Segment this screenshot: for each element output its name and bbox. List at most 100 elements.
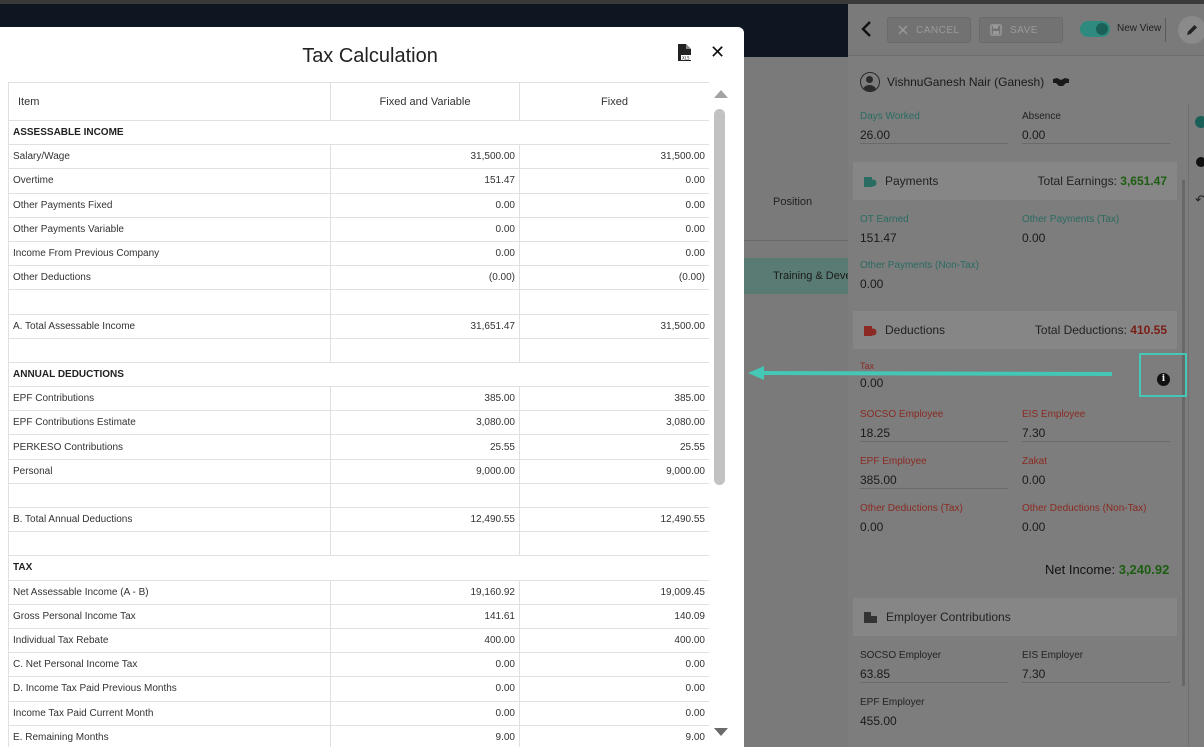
- total-earnings-label: Total Earnings:: [1037, 174, 1117, 188]
- table-row: Net Assessable Income (A - B) 19,160.92 19…: [8, 579, 709, 605]
- panel-divider: [1188, 104, 1189, 747]
- other-deductions-tax-value: 0.00: [860, 520, 884, 534]
- section-row: ASSESSABLE INCOME: [8, 119, 709, 146]
- ot-earned-value: 151.47: [860, 231, 897, 245]
- zakat-value: 0.00: [1022, 473, 1046, 487]
- row-item-label: [8, 289, 331, 315]
- export-xls-icon[interactable]: XLS: [677, 43, 692, 62]
- row-fixed-and-variable-value: 25.55: [330, 434, 520, 460]
- deductions-section-header[interactable]: Deductions Total Deductions: 410.55: [853, 311, 1177, 349]
- edit-button[interactable]: [1178, 16, 1204, 44]
- other-payments-nontax-label: Other Payments (Non-Tax): [860, 260, 979, 271]
- background-divider: [744, 240, 848, 241]
- row-fixed-value: 9,000.00: [519, 458, 709, 484]
- payments-section-header[interactable]: Payments Total Earnings: 3,651.47: [853, 162, 1177, 200]
- net-income-label: Net Income:: [1045, 562, 1116, 577]
- save-label: SAVE: [1010, 24, 1038, 36]
- scroll-up-arrow-icon[interactable]: [714, 90, 728, 98]
- row-fixed-and-variable-value: 3,080.00: [330, 410, 520, 436]
- table-row: [8, 482, 709, 509]
- row-item-label: EPF Contributions: [8, 386, 331, 412]
- deductions-icon: [864, 326, 877, 336]
- row-fixed-value: 385.00: [519, 386, 709, 412]
- close-button[interactable]: ✕: [710, 43, 725, 61]
- table-row: PERKESO Contributions 25.55 25.55: [8, 434, 709, 460]
- building-icon: [864, 612, 877, 623]
- row-fixed-value: 31,500.00: [519, 144, 709, 170]
- row-fixed-value: 0.00: [519, 168, 709, 194]
- save-button[interactable]: SAVE: [979, 17, 1063, 43]
- back-arrow-icon[interactable]: [858, 19, 876, 39]
- table-row: D. Income Tax Paid Previous Months 0.00 0.…: [8, 676, 709, 702]
- row-fixed-and-variable-value: [330, 289, 520, 315]
- other-deductions-tax-field: Other Deductions (Tax) 0.00: [860, 503, 1008, 536]
- absence-label: Absence: [1022, 111, 1061, 122]
- scroll-down-arrow-icon[interactable]: [714, 728, 728, 736]
- row-fixed-value: [519, 289, 709, 315]
- row-fixed-and-variable-value: 385.00: [330, 386, 520, 412]
- background-column-position: Position: [773, 196, 813, 208]
- cancel-button[interactable]: CANCEL: [887, 17, 971, 43]
- annotation-arrow: [748, 366, 1113, 380]
- epf-employee-value: 385.00: [860, 469, 1008, 489]
- row-fixed-value: 12,490.55: [519, 506, 709, 533]
- absence-field: Absence 0.00: [1022, 111, 1170, 144]
- table-row: [8, 289, 709, 315]
- background-row-training[interactable]: Training & Deve: [744, 258, 848, 294]
- edge-undo-icon[interactable]: ↶: [1195, 192, 1204, 208]
- row-fixed-and-variable-value: 0.00: [330, 216, 520, 242]
- tax-calculation-modal: Tax Calculation XLS ✕ Item Fixed and Var…: [0, 27, 744, 747]
- socso-employee-value: 18.25: [860, 422, 1008, 442]
- eis-employee-value: 7.30: [1022, 422, 1170, 442]
- days-worked-value: 26.00: [860, 124, 1008, 144]
- row-fixed-and-variable-value: 19,160.92: [330, 579, 520, 605]
- table-header-row: Item Fixed and Variable Fixed: [8, 82, 709, 121]
- row-fixed-and-variable-value: 9,000.00: [330, 458, 520, 484]
- new-view-toggle[interactable]: [1080, 21, 1110, 37]
- employee-header: VishnuGanesh Nair (Ganesh): [860, 71, 1070, 93]
- table-row: C. Net Personal Income Tax 0.00 0.00: [8, 652, 709, 678]
- edge-add-icon[interactable]: [1196, 157, 1204, 167]
- table-row: Income Tax Paid Current Month 0.00 0.00: [8, 700, 709, 726]
- total-deductions: Total Deductions: 410.55: [1035, 323, 1167, 337]
- row-item-label: EPF Contributions Estimate: [8, 410, 331, 436]
- info-icon[interactable]: i: [1157, 373, 1170, 386]
- row-fixed-value: 0.00: [519, 700, 709, 726]
- total-deductions-label: Total Deductions:: [1034, 323, 1127, 337]
- row-fixed-value: 31,500.00: [519, 313, 709, 339]
- row-item-label: Net Assessable Income (A - B): [8, 579, 331, 605]
- table-scrollbar[interactable]: [711, 87, 728, 743]
- section-label: ASSESSABLE INCOME: [8, 119, 709, 146]
- other-payments-tax-value: 0.00: [1022, 231, 1046, 245]
- row-fixed-value: [519, 337, 709, 363]
- deductions-title: Deductions: [885, 323, 946, 337]
- other-payments-nontax-field: Other Payments (Non-Tax) 0.00: [860, 260, 1008, 293]
- handshake-icon: [1053, 78, 1070, 86]
- tax-table: Item Fixed and Variable Fixed ASSESSABLE…: [8, 82, 709, 747]
- employer-contributions-header[interactable]: Employer Contributions: [853, 598, 1177, 636]
- user-avatar-icon: [860, 72, 880, 92]
- table-row: Individual Tax Rebate 400.00 400.00: [8, 627, 709, 654]
- row-fixed-value: 0.00: [519, 676, 709, 702]
- row-fixed-and-variable-value: 0.00: [330, 240, 520, 267]
- table-row: E. Remaining Months 9.00 9.00: [8, 724, 709, 747]
- table-row: B. Total Annual Deductions 12,490.55 12,49…: [8, 506, 709, 533]
- socso-employer-field: SOCSO Employer 63.85: [860, 650, 1008, 683]
- scrollbar-thumb[interactable]: [714, 109, 725, 485]
- cancel-label: CANCEL: [916, 24, 960, 36]
- epf-employee-field: EPF Employee 385.00: [860, 456, 1008, 489]
- other-payments-nontax-value: 0.00: [860, 277, 884, 291]
- row-item-label: Gross Personal Income Tax: [8, 603, 331, 629]
- edge-status-icon[interactable]: [1195, 116, 1204, 128]
- close-icon: [898, 25, 908, 35]
- panel-scrollbar[interactable]: [1182, 180, 1185, 686]
- row-item-label: A. Total Assessable Income: [8, 313, 331, 339]
- eis-employer-field: EIS Employer 7.30: [1022, 650, 1170, 683]
- row-item-label: D. Income Tax Paid Previous Months: [8, 676, 331, 702]
- column-header-item: Item: [8, 82, 331, 121]
- row-fixed-value: [519, 531, 709, 557]
- table-row: Gross Personal Income Tax 141.61 140.09: [8, 603, 709, 629]
- section-row: ANNUAL DEDUCTIONS: [8, 361, 709, 388]
- row-fixed-and-variable-value: (0.00): [330, 265, 520, 291]
- table-row: Overtime 151.47 0.00: [8, 168, 709, 194]
